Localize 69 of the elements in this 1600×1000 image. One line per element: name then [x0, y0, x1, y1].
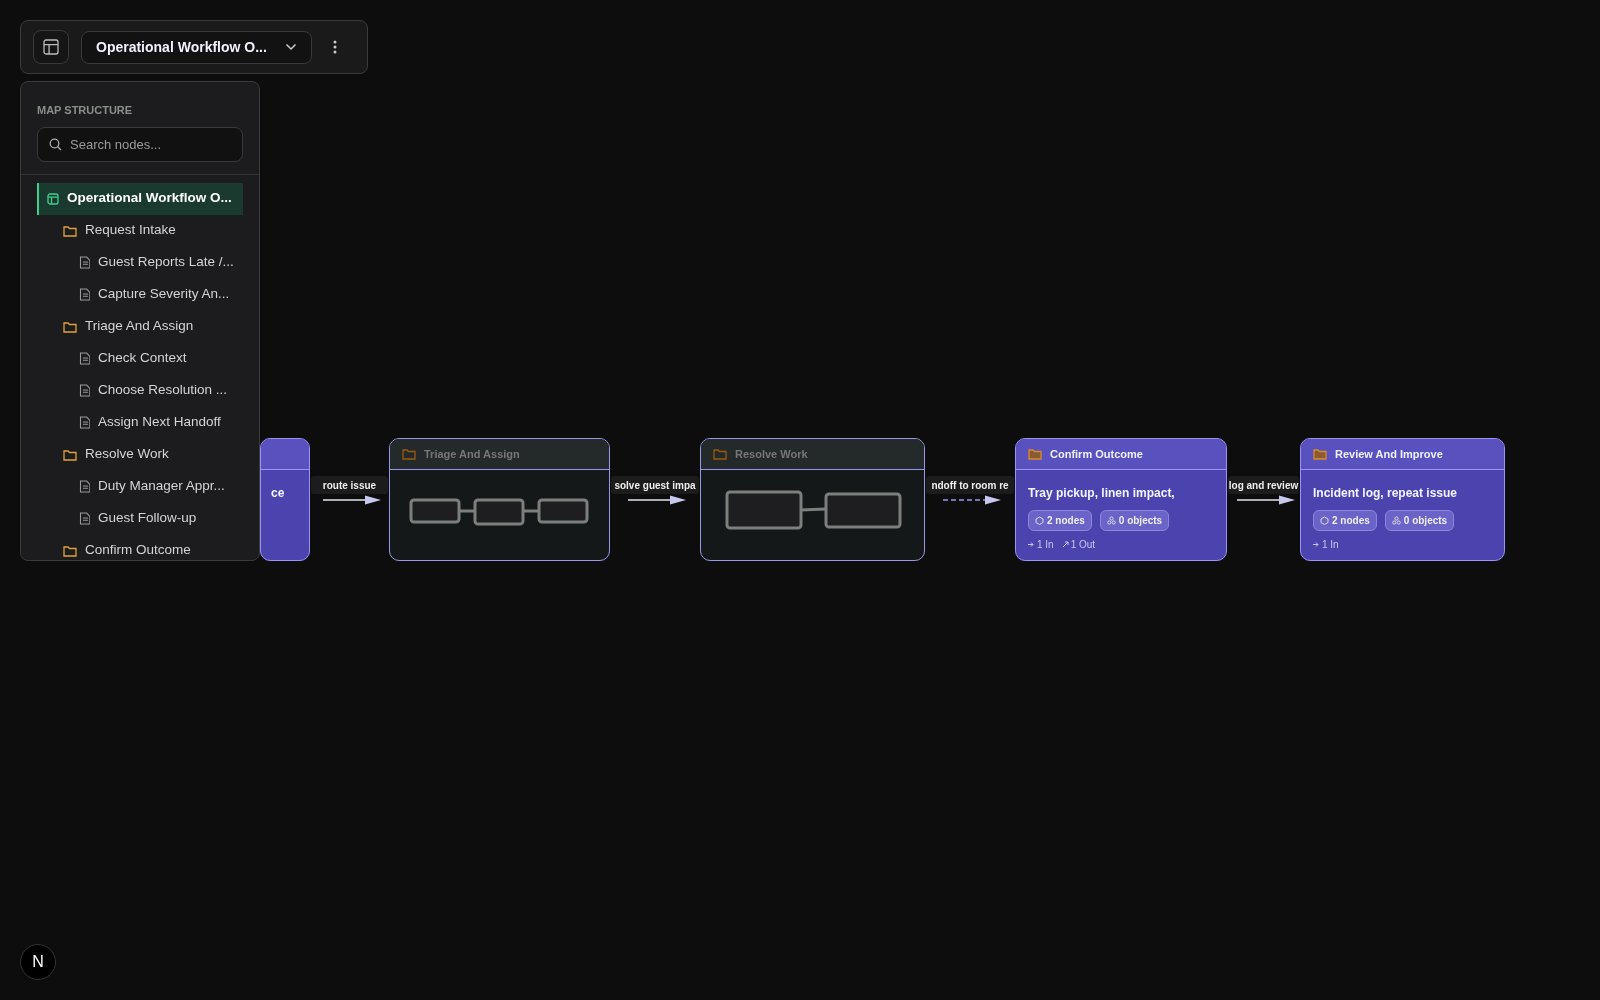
node-card[interactable]: Confirm Outcome Tray pickup, linen impact, 2 nodes 0 objects 1 In 1 Out: [1015, 438, 1227, 561]
node-description: Incident log, repeat issue: [1313, 486, 1458, 500]
tree-item[interactable]: Resolve Work: [37, 438, 243, 471]
arrow-right-icon: [1028, 541, 1035, 548]
node-description: ce: [271, 486, 285, 500]
edge-label: route issue: [311, 476, 388, 494]
count-badge: 2 nodes: [1028, 510, 1092, 531]
folder-icon: [1028, 448, 1042, 460]
edge-label: log and review: [1228, 476, 1299, 494]
connection-count: 1 In: [1313, 537, 1339, 552]
node-description: Tray pickup, linen impact,: [1028, 486, 1175, 500]
count-badge: 0 objects: [1384, 510, 1455, 531]
cluster-icon: [1391, 516, 1401, 525]
edge-arrow: [1235, 495, 1295, 505]
tree-item[interactable]: Request Intake: [37, 214, 243, 247]
node-header: [261, 439, 309, 470]
cluster-icon: [1106, 516, 1116, 525]
connection-count: 1 Out: [1061, 537, 1096, 552]
folder-icon: [63, 320, 77, 333]
node-title: Confirm Outcome: [1050, 446, 1143, 462]
tree-item[interactable]: Operational Workflow O...: [37, 182, 243, 215]
connection-count: 1 In: [1028, 537, 1054, 552]
layout-icon: [43, 39, 59, 55]
edge-label: solve guest impa: [611, 476, 699, 494]
node-title: Review And Improve: [1335, 446, 1443, 462]
tree-item[interactable]: Assign Next Handoff: [37, 406, 243, 439]
document-icon: [79, 384, 90, 397]
document-icon: [79, 512, 90, 525]
node-title: Resolve Work: [735, 446, 808, 462]
folder-icon: [63, 448, 77, 461]
tree-item[interactable]: Guest Reports Late /...: [37, 246, 243, 279]
kebab-icon: [333, 40, 337, 54]
document-icon: [79, 352, 90, 365]
edge-label: ndoff to room re: [926, 476, 1014, 494]
document-icon: [79, 480, 90, 493]
edge-arrow: [321, 495, 381, 505]
folder-icon: [402, 448, 416, 460]
arrow-up-right-icon: [1061, 541, 1069, 548]
sidebar-toggle-button[interactable]: [33, 30, 69, 64]
search-field[interactable]: Search nodes...: [37, 126, 243, 162]
tree-item[interactable]: Confirm Outcome: [37, 534, 243, 560]
document-icon: [79, 288, 90, 301]
node-title: Triage And Assign: [424, 446, 520, 462]
edge-arrow: [627, 495, 686, 505]
map-selector-dropdown[interactable]: Operational Workflow O...: [81, 30, 312, 64]
arrow-right-icon: [1313, 541, 1320, 548]
layout-icon: [47, 192, 59, 205]
count-badge: 0 objects: [1099, 510, 1170, 531]
tree-item[interactable]: Check Context: [37, 342, 243, 375]
node-card[interactable]: Review And Improve Incident log, repeat issue 2 nodes 0 objects 1 In: [1300, 438, 1505, 561]
tree-item[interactable]: Triage And Assign: [37, 310, 243, 343]
tree-item[interactable]: Choose Resolution ...: [37, 374, 243, 407]
cube-icon: [1035, 516, 1044, 525]
edge-arrow: [942, 495, 1001, 505]
cube-icon: [1320, 516, 1329, 525]
node-card[interactable]: ce: [260, 438, 310, 561]
document-icon: [79, 256, 90, 269]
folder-icon: [713, 448, 727, 460]
section-heading: MAP STRUCTURE: [36, 103, 134, 118]
tree-item[interactable]: Capture Severity An...: [37, 278, 243, 311]
document-icon: [79, 416, 90, 429]
tree-item[interactable]: Duty Manager Appr...: [37, 470, 243, 503]
chevron-down-icon: [284, 43, 297, 51]
dev-indicator-button[interactable]: N: [20, 944, 56, 980]
folder-icon: [63, 224, 77, 237]
count-badge: 2 nodes: [1313, 510, 1377, 531]
tree-item[interactable]: Guest Follow-up: [37, 502, 243, 535]
folder-icon: [1313, 448, 1327, 460]
folder-icon: [63, 544, 77, 557]
